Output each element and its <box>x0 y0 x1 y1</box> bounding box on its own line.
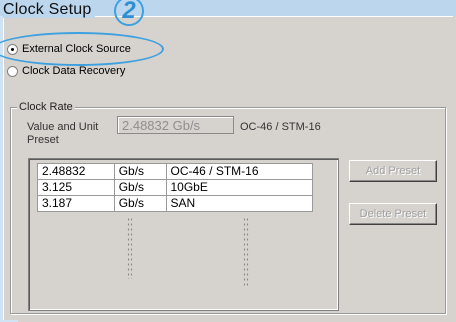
column-divider-noise <box>127 217 133 279</box>
radio-label: Clock Data Recovery <box>22 65 126 77</box>
preset-row[interactable]: 3.125 Gb/s 10GbE <box>37 179 313 196</box>
radio-external-clock-source[interactable]: External Clock Source <box>7 43 131 55</box>
preset-table: 2.48832 Gb/s OC-46 / STM-16 3.125 Gb/s 1… <box>37 163 313 212</box>
preset-name: 10GbE <box>165 179 313 196</box>
title-bar: Clock Setup <box>3 0 96 18</box>
standard-text: OC-46 / STM-16 <box>240 121 321 133</box>
preset-value: 3.187 <box>37 195 115 212</box>
radio-label: External Clock Source <box>22 43 131 55</box>
preset-value: 3.125 <box>37 179 115 196</box>
radio-button-icon[interactable] <box>7 43 18 55</box>
radio-clock-data-recovery[interactable]: Clock Data Recovery <box>7 65 125 77</box>
page-title: Clock Setup <box>3 2 96 18</box>
preset-unit: Gb/s <box>113 195 167 212</box>
clock-rate-value-field: 2.48832 Gb/s <box>117 116 234 134</box>
value-and-unit-label: Value and Unit <box>27 121 99 133</box>
groupbox-label: Clock Rate <box>17 101 75 113</box>
radio-button-icon[interactable] <box>7 65 18 77</box>
preset-value: 2.48832 <box>37 163 115 180</box>
preset-label: Preset <box>27 134 59 146</box>
column-divider-noise <box>243 217 249 287</box>
preset-name: SAN <box>165 195 313 212</box>
preset-name: OC-46 / STM-16 <box>165 163 313 180</box>
preset-unit: Gb/s <box>113 163 167 180</box>
preset-unit: Gb/s <box>113 179 167 196</box>
delete-preset-button[interactable]: Delete Preset <box>349 203 437 225</box>
preset-row[interactable]: 3.187 Gb/s SAN <box>37 195 313 212</box>
preset-listbox[interactable]: 2.48832 Gb/s OC-46 / STM-16 3.125 Gb/s 1… <box>28 158 339 311</box>
preset-row[interactable]: 2.48832 Gb/s OC-46 / STM-16 <box>37 163 313 180</box>
add-preset-button[interactable]: Add Preset <box>349 160 437 182</box>
